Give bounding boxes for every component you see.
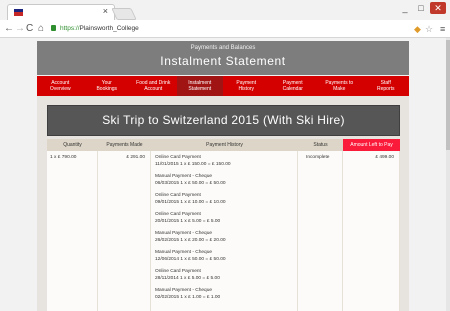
header-payment-history: Payment History: [151, 139, 298, 151]
payment-detail: 12/06/2014 1 x £ 50.00 = £ 50.00: [155, 256, 226, 262]
bookmark-star-icon[interactable]: ☆: [425, 23, 433, 35]
trip-title: Ski Trip to Switzerland 2015 (With Ski H…: [47, 105, 400, 136]
section-nav: Account Overview Your Bookings Food and Dr…: [37, 76, 409, 96]
payment-detail: 02/02/2015 1 x £ 1.00 = £ 1.00: [155, 294, 221, 300]
header-amount-left: Amount Left to Pay: [343, 139, 400, 151]
payment-detail: 20/01/2015 1 x £ 5.00 = £ 5.00: [155, 218, 221, 224]
table-header-row: Quantity Payments Made Payment History S…: [47, 139, 400, 151]
url-scheme: https://: [60, 25, 80, 32]
back-arrow-icon[interactable]: ←: [4, 22, 14, 36]
page-viewport: Payments and Balances Instalment Stateme…: [0, 38, 446, 311]
tab-close-icon[interactable]: ×: [103, 6, 108, 16]
nav-item-payments-to-make[interactable]: Payments to Make: [316, 76, 363, 96]
favicon-icon: [14, 9, 23, 16]
payment-detail: 06/03/2015 1 x £ 50.00 = £ 50.00: [155, 180, 226, 186]
payment-detail: 26/02/2015 1 x £ 20.00 = £ 20.00: [155, 237, 226, 243]
list-item: Manual Payment - Cheque 26/02/2015 1 x £ …: [155, 231, 297, 244]
browser-menu-icon[interactable]: ≡: [440, 23, 445, 35]
cell-amount-left: £ 499.00: [343, 151, 400, 311]
page-title: Instalment Statement: [160, 54, 286, 68]
home-icon[interactable]: ⌂: [38, 22, 44, 36]
reload-icon[interactable]: C: [26, 22, 33, 36]
nav-item-account-overview[interactable]: Account Overview: [37, 76, 84, 96]
nav-item-payment-calendar[interactable]: Payment Calendar: [270, 76, 317, 96]
cell-quantity: 1 x £ 790.00: [47, 151, 98, 311]
nav-item-payment-history[interactable]: Payment History: [223, 76, 270, 96]
nav-item-your-bookings[interactable]: Your Bookings: [84, 76, 131, 96]
new-tab-button[interactable]: [111, 8, 137, 20]
payment-detail: 11/01/2015 1 x £ 150.00 = £ 150.00: [155, 161, 231, 167]
cell-payment-history: Online Card Payment 11/01/2015 1 x £ 150.…: [151, 151, 298, 311]
payment-detail: 09/01/2015 1 x £ 10.00 = £ 10.00: [155, 199, 226, 205]
address-bar[interactable]: https://Plainsworth_College: [60, 23, 139, 35]
page-banner: Payments and Balances Instalment Stateme…: [37, 41, 409, 75]
window-close-button[interactable]: ✕: [430, 2, 446, 14]
browser-toolbar: ← → C ⌂ https://Plainsworth_College ◆ ☆ …: [0, 20, 450, 38]
nav-item-staff-reports[interactable]: Staff Reports: [363, 76, 410, 96]
lock-icon: [51, 25, 56, 31]
list-item: Online Card Payment 09/01/2015 1 x £ 10.0…: [155, 193, 297, 206]
header-status: Status: [298, 139, 343, 151]
header-quantity: Quantity: [47, 139, 98, 151]
vertical-scrollbar[interactable]: [446, 38, 450, 311]
payment-detail: 28/11/2014 1 x £ 5.00 = £ 5.00: [155, 275, 220, 281]
header-payments-made: Payments Made: [98, 139, 151, 151]
window-maximize-button[interactable]: □: [414, 2, 428, 14]
cell-payments-made: £ 291.00: [98, 151, 151, 311]
extension-icon[interactable]: ◆: [414, 23, 421, 35]
cell-status: Incomplete: [298, 151, 343, 311]
instalment-table: Quantity Payments Made Payment History S…: [47, 139, 400, 311]
list-item: Online Card Payment 28/11/2014 1 x £ 5.00…: [155, 269, 297, 282]
list-item: Online Card Payment 11/01/2015 1 x £ 150.…: [155, 155, 297, 168]
list-item: Manual Payment - Cheque 12/06/2014 1 x £ …: [155, 250, 297, 263]
browser-tab-strip: × _ □ ✕: [0, 0, 450, 20]
table-row: 1 x £ 790.00 £ 291.00 Online Card Paymen…: [47, 151, 400, 311]
list-item: Manual Payment - Cheque 06/03/2015 1 x £ …: [155, 174, 297, 187]
list-item: Online Card Payment 20/01/2015 1 x £ 5.00…: [155, 212, 297, 225]
browser-tab[interactable]: ×: [7, 4, 115, 20]
nav-item-food-and-drink-account[interactable]: Food and Drink Account: [130, 76, 177, 96]
url-host: Plainsworth_College: [79, 25, 139, 32]
list-item: Manual Payment - Cheque 02/02/2015 1 x £ …: [155, 288, 297, 301]
nav-item-instalment-statement[interactable]: Instalment Statement: [176, 76, 223, 96]
window-minimize-button[interactable]: _: [398, 2, 412, 14]
forward-arrow-icon[interactable]: →: [15, 22, 25, 36]
statement-panel: Ski Trip to Switzerland 2015 (With Ski H…: [37, 96, 409, 311]
scrollbar-thumb[interactable]: [446, 40, 450, 150]
page-subtitle: Payments and Balances: [190, 45, 256, 51]
